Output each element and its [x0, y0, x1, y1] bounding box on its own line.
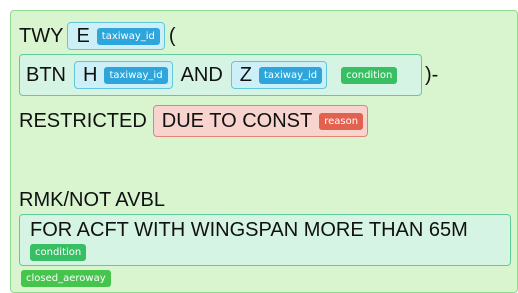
wingspan-condition-span[interactable]: FOR ACFT WITH WINGSPAN MORE THAN 65M con… — [19, 214, 511, 266]
restricted-text: RESTRICTED — [19, 109, 147, 132]
reason-span[interactable]: DUE TO CONST reason — [152, 105, 369, 137]
and-conjunction: AND — [180, 63, 223, 86]
taxiway-id-tag[interactable]: taxiway_id — [259, 66, 323, 84]
taxiway-id-tag[interactable]: taxiway_id — [96, 27, 160, 45]
restricted-line: RESTRICTED DUE TO CONST reason — [19, 105, 369, 137]
taxiway-value: Z — [239, 63, 253, 86]
taxiway-value: E — [76, 24, 90, 47]
btn-prefix: BTN — [26, 63, 66, 86]
reason-tag[interactable]: reason — [319, 112, 364, 130]
between-condition-span[interactable]: BTN H taxiway_id AND Z taxiway_id condit… — [19, 54, 422, 96]
taxiway-z-span[interactable]: Z taxiway_id — [230, 61, 328, 89]
condition-tag[interactable]: condition — [341, 66, 398, 84]
closed-aeroway-annotation: TWY E taxiway_id ( BTN H taxiway_id AND … — [10, 10, 518, 293]
twy-line: TWY E taxiway_id ( — [19, 22, 176, 50]
close-paren-dash: )- — [425, 64, 439, 86]
condition-value: FOR ACFT WITH WINGSPAN MORE THAN 65M — [30, 219, 468, 241]
taxiway-h-span[interactable]: H taxiway_id — [74, 61, 173, 89]
closed-aeroway-tag[interactable]: closed_aeroway — [21, 270, 111, 287]
condition-tag[interactable]: condition — [30, 244, 87, 261]
reason-value: DUE TO CONST — [161, 109, 313, 132]
remark-line: RMK/NOT AVBL — [19, 189, 165, 212]
taxiway-e-span[interactable]: E taxiway_id — [67, 22, 165, 50]
remark-text: RMK/NOT AVBL — [19, 189, 165, 211]
open-paren: ( — [168, 24, 176, 47]
twy-prefix: TWY — [19, 24, 64, 47]
taxiway-id-tag[interactable]: taxiway_id — [104, 66, 168, 84]
taxiway-value: H — [83, 63, 98, 86]
